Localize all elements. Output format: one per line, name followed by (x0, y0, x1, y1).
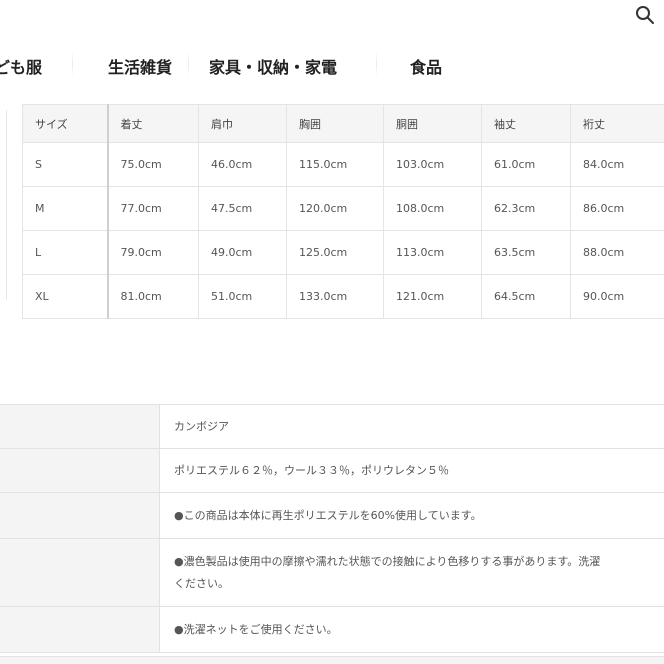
nav-item-furniture[interactable]: 家具・収納・家電 (209, 54, 337, 78)
size-header-cell: 袖丈 (481, 104, 571, 143)
size-label-cell: XL (22, 274, 109, 319)
bottom-divider (0, 656, 664, 664)
info-key-cell (0, 404, 160, 449)
table-cell: 86.0cm (570, 186, 664, 231)
table-row: M 77.0cm 47.5cm 120.0cm 108.0cm 62.3cm 8… (22, 186, 664, 231)
size-header-cell: 胸囲 (286, 104, 384, 143)
table-cell: 47.5cm (198, 186, 287, 231)
table-cell: 77.0cm (107, 186, 199, 231)
table-cell: 121.0cm (383, 274, 482, 319)
size-header-cell: サイズ (22, 104, 109, 143)
laundry-note: ●洗濯ネットをご使用ください。 (159, 606, 664, 653)
size-label-cell: M (22, 186, 109, 231)
info-key-cell (0, 448, 160, 493)
table-cell: 88.0cm (570, 230, 664, 275)
nav-divider (376, 50, 377, 78)
product-page: ども服 生活雑貨 家具・収納・家電 食品 サイズ 着丈 肩巾 胸囲 胴囲 袖丈 (0, 0, 664, 664)
table-cell: 90.0cm (570, 274, 664, 319)
table-cell: 61.0cm (481, 142, 571, 187)
info-row-material: ポリエステル６２％，ウール３３％，ポリウレタン５％ (0, 448, 664, 493)
category-nav: ども服 生活雑貨 家具・収納・家電 食品 (0, 40, 664, 92)
table-row: S 75.0cm 46.0cm 115.0cm 103.0cm 61.0cm 8… (22, 142, 664, 187)
nav-item-food[interactable]: 食品 (410, 54, 442, 78)
info-key-cell (0, 538, 160, 607)
info-row-note: ●この商品は本体に再生ポリエステルを60%使用しています。 (0, 492, 664, 539)
info-key-cell (0, 606, 160, 653)
product-info-table: カンボジア ポリエステル６２％，ウール３３％，ポリウレタン５％ ●この商品は本体… (0, 404, 664, 653)
table-cell: 81.0cm (107, 274, 199, 319)
table-cell: 133.0cm (286, 274, 384, 319)
nav-item-household[interactable]: 生活雑貨 (108, 54, 172, 78)
table-cell: 62.3cm (481, 186, 571, 231)
origin-value: カンボジア (159, 404, 664, 449)
table-cell: 63.5cm (481, 230, 571, 275)
color-transfer-note-line1: ●濃色製品は使用中の摩擦や濡れた状態での接触により色移りする事があります。洗濯 (174, 554, 601, 568)
material-value: ポリエステル６２％，ウール３３％，ポリウレタン５％ (159, 448, 664, 493)
size-table: サイズ 着丈 肩巾 胸囲 胴囲 袖丈 裄丈 S 75.0cm 46.0cm 11… (22, 104, 664, 319)
size-label-cell: L (22, 230, 109, 275)
info-row-note: ●洗濯ネットをご使用ください。 (0, 606, 664, 653)
size-header-cell: 着丈 (107, 104, 199, 143)
size-header-cell: 肩巾 (198, 104, 287, 143)
nav-item-kids[interactable]: ども服 (0, 54, 42, 78)
table-cell: 103.0cm (383, 142, 482, 187)
size-header-cell: 裄丈 (570, 104, 664, 143)
left-edge-divider (0, 110, 7, 300)
table-cell: 64.5cm (481, 274, 571, 319)
table-cell: 46.0cm (198, 142, 287, 187)
size-table-header-row: サイズ 着丈 肩巾 胸囲 胴囲 袖丈 裄丈 (22, 104, 664, 143)
recycled-note: ●この商品は本体に再生ポリエステルを60%使用しています。 (159, 492, 664, 539)
table-row: XL 81.0cm 51.0cm 133.0cm 121.0cm 64.5cm … (22, 274, 664, 319)
size-label-cell: S (22, 142, 109, 187)
table-cell: 108.0cm (383, 186, 482, 231)
table-cell: 49.0cm (198, 230, 287, 275)
size-header-cell: 胴囲 (383, 104, 482, 143)
nav-divider (188, 50, 189, 78)
table-cell: 84.0cm (570, 142, 664, 187)
table-cell: 75.0cm (107, 142, 199, 187)
nav-divider (72, 50, 73, 78)
table-cell: 113.0cm (383, 230, 482, 275)
table-row: L 79.0cm 49.0cm 125.0cm 113.0cm 63.5cm 8… (22, 230, 664, 275)
table-cell: 79.0cm (107, 230, 199, 275)
table-cell: 115.0cm (286, 142, 384, 187)
search-icon[interactable] (634, 4, 656, 26)
info-row-note: ●濃色製品は使用中の摩擦や濡れた状態での接触により色移りする事があります。洗濯 … (0, 538, 664, 607)
color-transfer-note: ●濃色製品は使用中の摩擦や濡れた状態での接触により色移りする事があります。洗濯 … (159, 538, 664, 607)
info-row-origin: カンボジア (0, 404, 664, 449)
info-key-cell (0, 492, 160, 539)
table-cell: 120.0cm (286, 186, 384, 231)
table-cell: 51.0cm (198, 274, 287, 319)
color-transfer-note-line2: ください。 (174, 576, 229, 590)
table-cell: 125.0cm (286, 230, 384, 275)
